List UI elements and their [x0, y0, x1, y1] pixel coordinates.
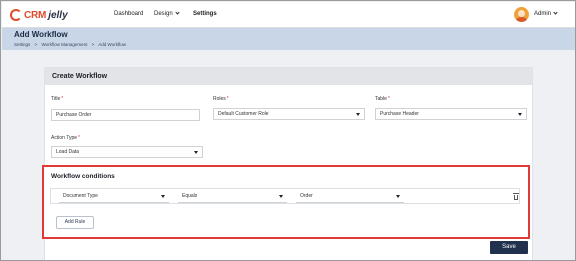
roles-label: Roles* [213, 96, 229, 102]
chevron-down-icon [175, 10, 180, 15]
condition-value-select[interactable]: Order [296, 191, 404, 203]
caret-down-icon [279, 195, 283, 198]
caret-down-icon [356, 113, 360, 116]
user-name: Admin [534, 11, 552, 17]
roles-select[interactable]: Default Customer Role [213, 108, 365, 120]
condition-value-value: Order [300, 193, 313, 199]
card-title: Create Workflow [52, 73, 108, 80]
breadcrumb-separator: > [91, 42, 95, 47]
nav-settings[interactable]: Settings [193, 11, 217, 17]
crmjelly-logo[interactable]: CRM jelly [10, 8, 68, 22]
condition-field-select[interactable]: Document Type [59, 191, 169, 203]
required-mark: * [61, 96, 64, 102]
title-input[interactable]: Purchase Order [51, 109, 200, 121]
trash-icon[interactable] [513, 193, 519, 200]
chevron-down-icon [553, 10, 558, 15]
required-mark: * [226, 96, 229, 102]
avatar[interactable] [514, 7, 529, 22]
trash-lid [513, 193, 519, 194]
top-navbar: CRM jelly Dashboard Design Settings Admi… [2, 2, 575, 28]
table-select[interactable]: Purchase Header [375, 108, 527, 120]
caret-down-icon [518, 113, 522, 116]
title-label: Title* [51, 96, 63, 102]
breadcrumb-workflow-management[interactable]: Workflow Management [41, 42, 87, 47]
table-label: Table* [375, 96, 390, 102]
card-header: Create Workflow [45, 68, 532, 85]
add-rule-button[interactable]: Add Rule [56, 216, 94, 229]
logo-text-crm: CRM [24, 9, 47, 21]
condition-operator-value: Equals [182, 193, 198, 199]
table-label-text: Table [375, 96, 387, 102]
condition-rule-row: Document Type Equals Order [50, 188, 520, 204]
title-input-value: Purchase Order [56, 112, 92, 118]
save-button[interactable]: Save [490, 241, 528, 254]
conditions-title: Workflow conditions [51, 173, 115, 180]
action-type-label-text: Action Type [51, 135, 78, 141]
condition-field-value: Document Type [63, 193, 98, 199]
nav-dashboard[interactable]: Dashboard [114, 11, 143, 17]
roles-select-value: Default Customer Role [218, 111, 269, 117]
breadcrumb-current: Add Workflow [98, 42, 126, 47]
breadcrumb-settings[interactable]: Settings [14, 42, 30, 47]
required-mark: * [387, 96, 390, 102]
action-type-select[interactable]: Load Data [51, 146, 203, 158]
action-type-label: Action Type* [51, 135, 80, 141]
user-menu[interactable]: Admin [534, 10, 558, 17]
caret-down-icon [194, 151, 198, 154]
logo-text-jelly: jelly [48, 9, 68, 21]
breadcrumb: Settings > Workflow Management > Add Wor… [14, 42, 126, 47]
condition-operator-select[interactable]: Equals [178, 191, 287, 203]
nav-design-label: Design [154, 11, 173, 17]
app-window: CRM jelly Dashboard Design Settings Admi… [0, 0, 576, 261]
nav-design[interactable]: Design [154, 10, 180, 17]
title-label-text: Title [51, 96, 61, 102]
table-select-value: Purchase Header [380, 111, 419, 117]
trash-can [514, 195, 518, 200]
caret-down-icon [161, 195, 165, 198]
workflow-conditions-panel: Workflow conditions Document Type Equals… [42, 165, 530, 239]
required-mark: * [78, 135, 80, 141]
action-type-select-value: Load Data [56, 149, 80, 155]
roles-label-text: Roles [213, 96, 226, 102]
logo-icon [10, 9, 22, 21]
breadcrumb-separator: > [34, 42, 38, 47]
page-title: Add Workflow [14, 30, 68, 39]
caret-down-icon [396, 195, 400, 198]
